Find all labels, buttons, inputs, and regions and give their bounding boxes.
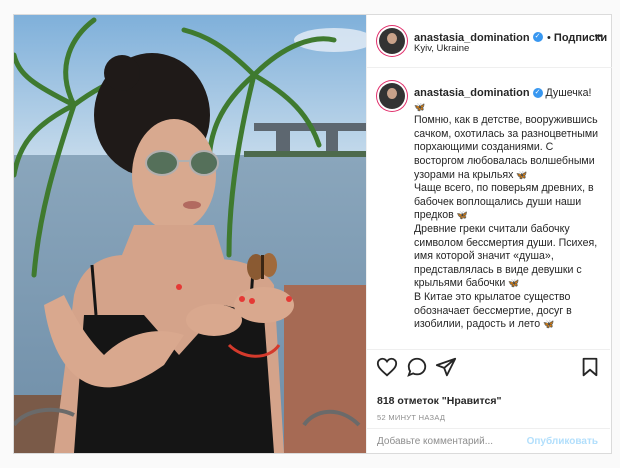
- heart-icon[interactable]: [376, 356, 398, 378]
- post-side-panel: anastasia_domination ✓ • Подписки Kyiv, U…: [366, 15, 612, 453]
- caption-line-2: Чаще всего, по поверьям древних, в бабоч…: [414, 182, 594, 222]
- avatar[interactable]: [379, 28, 405, 54]
- post-photo[interactable]: [14, 15, 366, 453]
- caption-text: anastasia_domination ✓ Душечка! 🦋 Помню, …: [414, 87, 602, 332]
- more-options-icon[interactable]: •••: [594, 31, 602, 42]
- verified-badge-icon: ✓: [532, 88, 543, 99]
- caption-avatar[interactable]: [379, 83, 405, 109]
- send-icon[interactable]: [435, 356, 457, 378]
- likes-count[interactable]: 818 отметок "Нравится": [377, 395, 501, 407]
- publish-button[interactable]: Опубликовать: [527, 436, 598, 447]
- caption-greeting: Душечка!: [545, 87, 592, 99]
- post-header: anastasia_domination ✓ • Подписки Kyiv, U…: [367, 15, 612, 68]
- post-timestamp[interactable]: 52 МИНУТ НАЗАД: [377, 413, 445, 422]
- butterfly-emoji: 🦋: [456, 210, 468, 221]
- bookmark-icon[interactable]: [579, 356, 601, 378]
- verified-badge-icon: ✓: [532, 31, 543, 42]
- butterfly-emoji: 🦋: [516, 169, 528, 180]
- butterfly-emoji: 🦋: [543, 319, 555, 330]
- comment-bar: Добавьте комментарий... Опубликовать: [367, 428, 610, 455]
- location-link[interactable]: Kyiv, Ukraine: [414, 43, 469, 54]
- caption-username[interactable]: anastasia_domination: [414, 87, 530, 99]
- caption-line-1: Помню, как в детстве, вооружившись сачко…: [414, 114, 599, 181]
- comment-icon[interactable]: [406, 356, 428, 378]
- photo-illustration: [14, 15, 366, 453]
- caption-line-3: Древние греки считали бабочку символом б…: [414, 222, 598, 290]
- instagram-post: anastasia_domination ✓ • Подписки Kyiv, U…: [13, 14, 612, 454]
- post-actions: 818 отметок "Нравится" 52 МИНУТ НАЗАД До…: [367, 349, 610, 454]
- caption-area: anastasia_domination ✓ Душечка! 🦋 Помню, …: [367, 69, 610, 349]
- butterfly-emoji: 🦋: [414, 101, 426, 112]
- butterfly-emoji: 🦋: [508, 278, 520, 289]
- comment-input[interactable]: Добавьте комментарий...: [377, 436, 493, 447]
